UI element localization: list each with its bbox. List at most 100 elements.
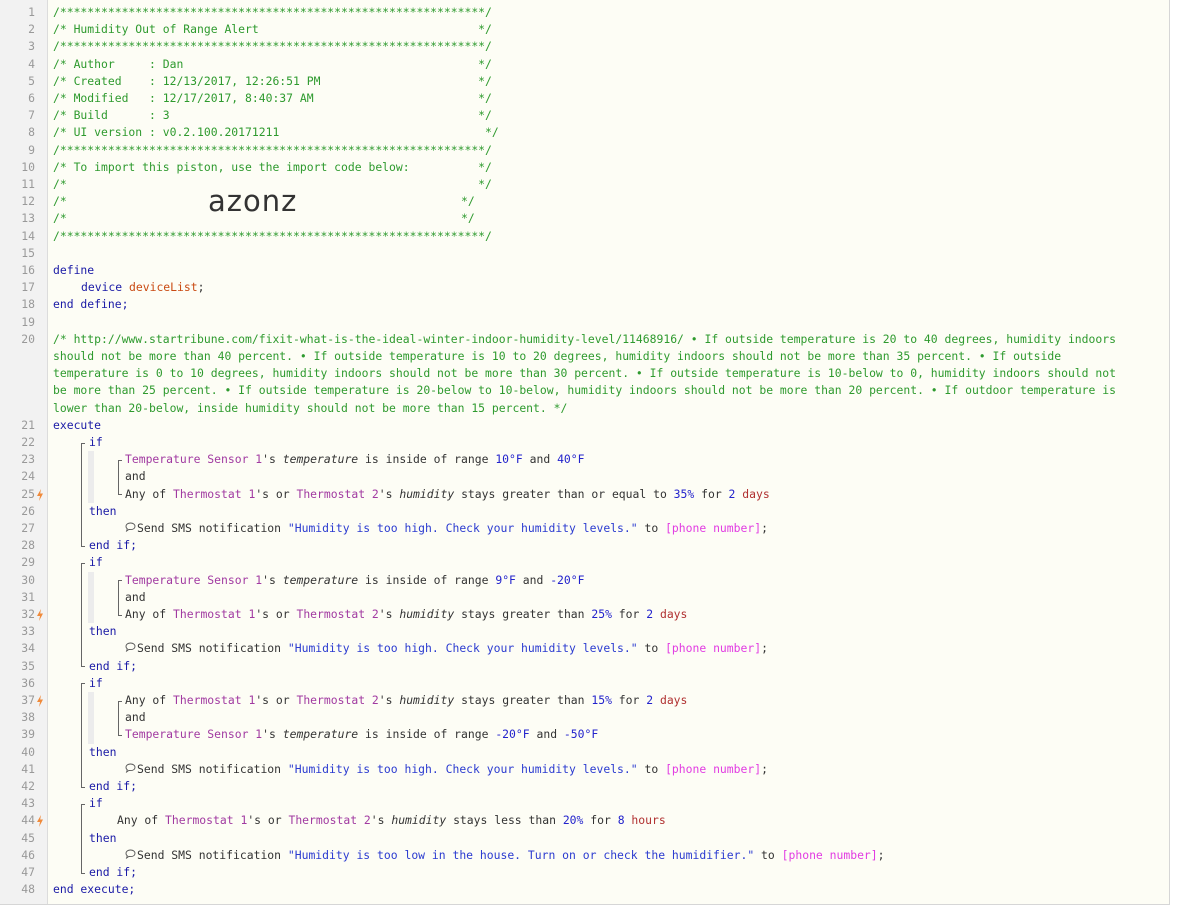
line-number: 33: [21, 624, 35, 639]
attribute-name: humidity: [391, 813, 447, 828]
attribute-name: temperature: [282, 572, 359, 587]
code-line: Send SMS notification "Humidity is too h…: [125, 640, 1163, 657]
code-line: Any of Thermostat 1's or Thermostat 2's …: [125, 692, 1163, 709]
code-token: ;: [761, 521, 768, 535]
line-number: 9: [28, 142, 35, 157]
define-keyword: define: [53, 263, 95, 277]
code-line: then: [89, 744, 1163, 761]
action-name: Send SMS notification: [137, 761, 288, 776]
code-token: 's or: [247, 813, 282, 828]
action-name: Send SMS notification: [137, 847, 288, 862]
header-ui-version: /* UI version : v0.2.100.20171211 */: [53, 125, 499, 140]
indent-guide: [88, 451, 94, 503]
code-line: /* To import this piston, use the import…: [53, 159, 1163, 176]
phone-number: [phone number]: [665, 641, 762, 656]
piston-code-editor: 1 2 3 4 5 6 7 8 9 10 11 12 13 14 15 16 17 18 19 20 21 22 23 24 2…: [0, 0, 1170, 905]
variable-name: deviceList: [129, 280, 198, 295]
end-if-keyword: end if;: [89, 658, 138, 673]
line-number: 10: [21, 159, 35, 174]
code-token: 20: [562, 813, 577, 828]
attribute-name: humidity: [399, 693, 455, 707]
code-token: ;: [761, 761, 768, 776]
end-if-keyword: end if;: [89, 779, 138, 793]
code-token: and: [529, 727, 564, 742]
header-blank-left: /*: [53, 211, 67, 226]
piston-title: /* Humidity Out of Range Alert */: [53, 22, 492, 37]
code-line: /***************************************…: [53, 4, 1163, 21]
phone-number: [phone number]: [665, 761, 762, 776]
code-token: stays greater than: [454, 607, 592, 621]
then-keyword: then: [89, 503, 117, 518]
header-blank-right: */: [461, 194, 475, 209]
indent-guide: [88, 692, 94, 744]
line-number: 6: [28, 91, 35, 105]
bracket-tick: [118, 494, 122, 496]
line-number: 4: [28, 56, 35, 71]
line-number: 23: [21, 452, 35, 467]
action-name: Send SMS notification: [137, 641, 288, 656]
lightning-bolt-icon: [36, 609, 46, 621]
line-number: 5: [28, 73, 35, 88]
line-number: 25: [21, 486, 35, 501]
speech-bubble-icon: [125, 640, 137, 657]
block-bracket: [81, 803, 82, 873]
code-token: for: [694, 486, 729, 501]
bracket-tick: [118, 700, 122, 702]
code-line: end if;: [89, 537, 1163, 554]
line-number: 31: [21, 589, 35, 604]
header-author: /* Author : Dan */: [53, 56, 492, 71]
device-name: Thermostat 1: [173, 486, 256, 501]
lightning-bolt-icon: [36, 695, 46, 707]
code-line: Temperature Sensor 1's temperature is in…: [125, 572, 1163, 589]
code-token: -20: [550, 572, 571, 587]
code-line: Temperature Sensor 1's temperature is in…: [125, 451, 1163, 468]
line-number: 32: [21, 607, 35, 621]
end-if-keyword: end if;: [89, 538, 138, 553]
code-line: and: [125, 468, 1163, 485]
line-number: 1: [28, 5, 35, 19]
line-number: 27: [21, 521, 35, 535]
code-token: °F: [509, 452, 523, 467]
line-number: 41: [21, 761, 35, 776]
then-keyword: then: [89, 624, 117, 639]
header-border: /***************************************…: [53, 39, 492, 54]
code-token: is inside of range: [358, 727, 496, 742]
code-line: /***************************************…: [53, 228, 1163, 245]
code-token: 25: [591, 607, 606, 621]
bracket-tick: [118, 735, 122, 736]
code-token: hours: [631, 813, 666, 828]
device-name: Temperature Sensor 1: [125, 452, 263, 467]
url-comment: /* http://www.startribune.com/fixit-what…: [53, 331, 1116, 415]
data-type: device: [81, 280, 123, 295]
line-number: 15: [21, 245, 35, 260]
speech-bubble-icon: [125, 520, 137, 537]
attribute-name: humidity: [399, 486, 455, 501]
code-token: Any of: [117, 813, 159, 828]
code-line: Any of Thermostat 1's or Thermostat 2's …: [125, 486, 1163, 503]
attribute-name: humidity: [399, 607, 455, 621]
code-token: is inside of range: [358, 572, 496, 587]
block-bracket: [81, 563, 82, 667]
bracket-tick: [118, 580, 122, 582]
block-bracket: [81, 683, 82, 787]
header-border: /***************************************…: [53, 5, 492, 19]
code-token: days: [659, 693, 688, 707]
code-line: then: [89, 503, 1163, 520]
bracket-tick: [81, 563, 85, 564]
code-token: is inside of range: [358, 452, 496, 467]
line-number: 42: [21, 779, 35, 793]
code-line: Any of Thermostat 1's or Thermostat 2's …: [117, 812, 1163, 829]
sms-message: "Humidity is too high. Check your humidi…: [287, 761, 638, 776]
and-operator: and: [125, 710, 146, 725]
bracket-tick: [81, 442, 85, 444]
code-token: ;: [761, 641, 768, 656]
sms-message: "Humidity is too high. Check your humidi…: [287, 521, 638, 535]
line-number: 40: [21, 744, 35, 759]
speech-bubble-icon: [125, 761, 137, 778]
device-name: Thermostat 2: [296, 486, 379, 501]
code-line: define: [53, 262, 1163, 279]
code-token: stays greater than or equal to: [454, 486, 674, 501]
code-token: %: [605, 693, 612, 707]
code-token: 's: [378, 693, 393, 707]
line-number-gutter: 1 2 3 4 5 6 7 8 9 10 11 12 13 14 15 16 17 18 19 20 21 22 23 24 2…: [0, 0, 48, 904]
